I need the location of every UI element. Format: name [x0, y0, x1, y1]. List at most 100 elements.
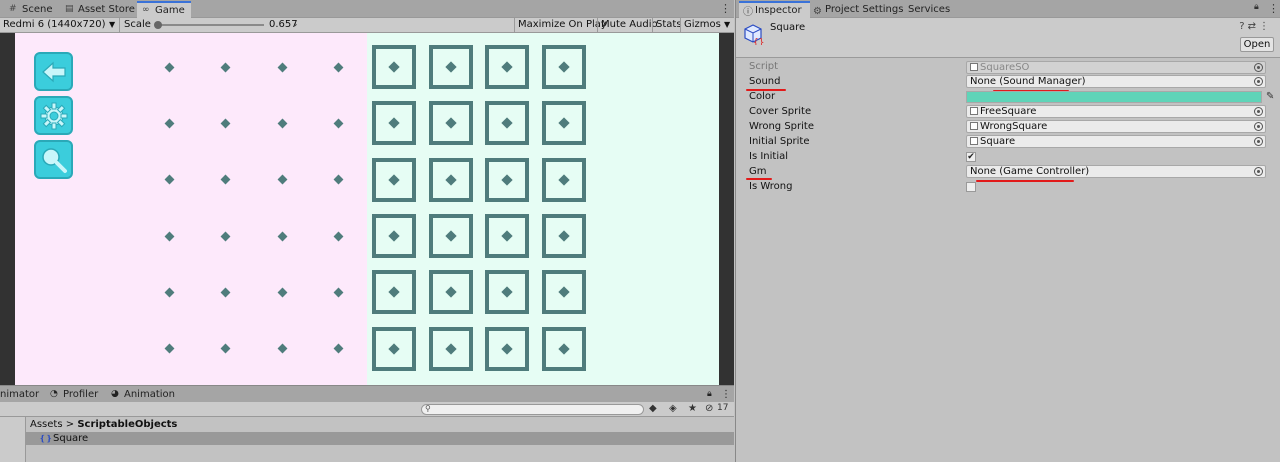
- grid-dot: [277, 62, 288, 73]
- square-cell[interactable]: [428, 157, 473, 202]
- tab-asset-store[interactable]: ▤ Asset Store: [60, 2, 141, 18]
- tab-profiler[interactable]: Profiler: [63, 388, 98, 402]
- header-kebab-icon[interactable]: ⋮: [1259, 21, 1272, 32]
- prop-sound-field[interactable]: None (Sound Manager): [966, 75, 1266, 88]
- panel-menu-kebab-icon[interactable]: ⋮: [721, 388, 731, 402]
- breadcrumb-scriptableobjects[interactable]: ScriptableObjects: [77, 419, 177, 430]
- back-button[interactable]: [34, 52, 73, 91]
- tab-game[interactable]: ∞ Game: [137, 1, 191, 18]
- scale-slider-track[interactable]: [158, 24, 264, 26]
- prop-initial-sprite-field[interactable]: Square: [966, 135, 1266, 148]
- square-cell[interactable]: [428, 326, 473, 371]
- asset-list-item[interactable]: ❴❵ Square: [26, 432, 734, 445]
- square-cell[interactable]: [372, 326, 416, 371]
- hidden-packages-icon[interactable]: ⊘: [705, 403, 713, 414]
- square-cell[interactable]: [485, 326, 529, 371]
- open-button[interactable]: Open: [1240, 37, 1274, 52]
- square-cell[interactable]: [485, 45, 529, 89]
- square-cell[interactable]: [372, 213, 416, 258]
- square-cell-diamond: [444, 117, 457, 129]
- grid-dot: [333, 174, 344, 185]
- grid-dot: [220, 174, 231, 185]
- square-cell-diamond: [501, 230, 513, 242]
- settings-button[interactable]: [34, 96, 73, 135]
- inspector-menu-kebab-icon[interactable]: ⋮: [1268, 2, 1279, 15]
- project-search-input[interactable]: [422, 406, 643, 416]
- tab-project-settings[interactable]: ⚙ Project Settings: [809, 2, 903, 18]
- filter-by-label-icon[interactable]: ◈: [669, 403, 677, 414]
- square-cell[interactable]: [541, 213, 586, 258]
- square-cell[interactable]: [372, 157, 416, 202]
- tab-inspector[interactable]: ⓘ Inspector: [739, 1, 810, 18]
- game-menu-kebab-icon[interactable]: ⋮: [720, 2, 731, 15]
- prop-wrong-sprite-label: Wrong Sprite: [749, 121, 814, 132]
- square-cell[interactable]: [428, 101, 473, 146]
- square-cell[interactable]: [541, 326, 586, 371]
- breadcrumb: Assets > ScriptableObjects: [30, 419, 177, 430]
- eyedropper-icon[interactable]: ✎: [1266, 91, 1274, 102]
- prop-is-wrong-checkbox[interactable]: [966, 182, 976, 192]
- tab-game-label: Game: [155, 5, 185, 16]
- zoom-button[interactable]: [34, 140, 73, 179]
- prop-is-initial-checkbox[interactable]: ✔: [966, 152, 976, 162]
- maximize-on-play-toggle[interactable]: Maximize On Play: [518, 18, 607, 32]
- prop-cover-sprite-label: Cover Sprite: [749, 106, 812, 117]
- tab-animator[interactable]: nimator: [0, 388, 39, 402]
- lock-icon[interactable]: 🔒︎: [707, 388, 712, 402]
- object-picker-icon[interactable]: [1254, 107, 1263, 116]
- object-picker-icon[interactable]: [1254, 77, 1263, 86]
- object-picker-icon[interactable]: [1254, 122, 1263, 131]
- prop-initial-sprite-value: Square: [980, 136, 1016, 147]
- inspector-lock-icon[interactable]: 🔒︎: [1254, 2, 1259, 12]
- square-cell[interactable]: [485, 101, 529, 146]
- square-cell[interactable]: [428, 270, 473, 315]
- square-cell-diamond: [388, 286, 400, 298]
- back-arrow-icon: [41, 61, 66, 82]
- tab-scene[interactable]: # Scene: [4, 2, 59, 18]
- object-picker-icon[interactable]: [1254, 137, 1263, 146]
- square-cell[interactable]: [541, 157, 586, 202]
- square-cell[interactable]: [485, 270, 529, 315]
- toolbar-divider: [597, 18, 598, 32]
- project-folder-tree[interactable]: [0, 417, 26, 462]
- square-cell-diamond: [557, 61, 570, 73]
- preset-icon[interactable]: ⇄: [1248, 21, 1259, 32]
- scale-slider-thumb[interactable]: [154, 21, 163, 29]
- tab-animation[interactable]: Animation: [124, 388, 175, 402]
- resolution-chevron-down-icon[interactable]: ▼: [109, 18, 115, 32]
- filter-by-type-icon[interactable]: ◆: [649, 403, 657, 414]
- resolution-dropdown[interactable]: Redmi 6 (1440x720): [3, 18, 106, 32]
- square-cell[interactable]: [541, 45, 586, 89]
- square-cell[interactable]: [428, 45, 473, 89]
- prop-wrong-sprite-field[interactable]: WrongSquare: [966, 120, 1266, 133]
- object-picker-icon[interactable]: [1254, 167, 1263, 176]
- prop-color-swatch[interactable]: [966, 91, 1262, 103]
- mute-audio-toggle[interactable]: Mute Audio: [601, 18, 658, 32]
- inspector-panel: ⓘ Inspector ⚙ Project Settings Services …: [735, 0, 1280, 462]
- square-cell[interactable]: [372, 45, 416, 89]
- gizmos-chevron-down-icon[interactable]: ▼: [724, 18, 730, 32]
- tab-services[interactable]: Services: [892, 2, 950, 18]
- favorite-star-icon[interactable]: ★: [688, 403, 697, 414]
- grid-dot: [220, 231, 231, 242]
- square-cell[interactable]: [485, 157, 529, 202]
- project-toolbar: ⚲ ◆ ◈ ★ ⊘ 17: [0, 402, 734, 417]
- help-icon[interactable]: ?: [1239, 21, 1247, 32]
- prop-script-field: SquareSO: [966, 61, 1266, 74]
- grid-dot: [277, 343, 288, 354]
- project-search-box[interactable]: ⚲: [421, 404, 644, 416]
- square-cell[interactable]: [541, 270, 586, 315]
- square-cell[interactable]: [372, 101, 416, 146]
- tab-scene-label: Scene: [22, 4, 53, 15]
- gizmos-toggle[interactable]: Gizmos: [684, 18, 721, 32]
- square-cell[interactable]: [485, 213, 529, 258]
- scriptable-object-icon: {}: [744, 24, 764, 45]
- square-cell[interactable]: [541, 101, 586, 146]
- breadcrumb-assets[interactable]: Assets: [30, 419, 63, 430]
- stats-toggle[interactable]: Stats: [656, 18, 682, 32]
- prop-cover-sprite-field[interactable]: FreeSquare: [966, 105, 1266, 118]
- sprite-icon: [970, 137, 978, 145]
- prop-gm-field[interactable]: None (Game Controller): [966, 165, 1266, 178]
- square-cell[interactable]: [372, 270, 416, 315]
- square-cell[interactable]: [428, 213, 473, 258]
